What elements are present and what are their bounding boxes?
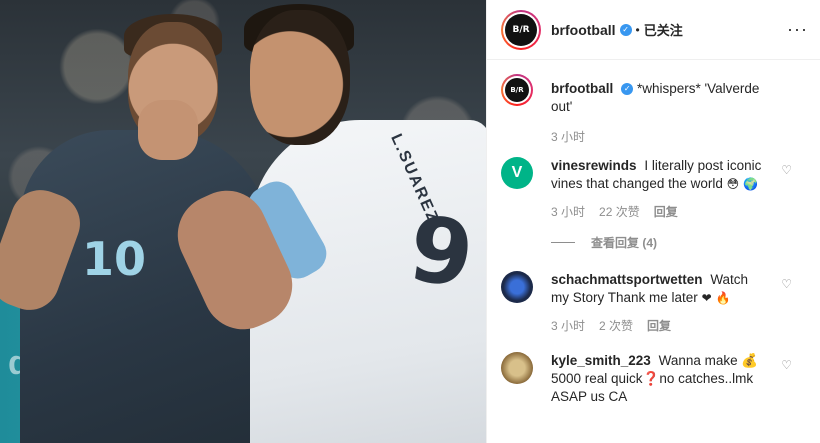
comment-username[interactable]: vinesrewinds (551, 158, 637, 173)
replies-divider (551, 242, 575, 243)
post-side-panel: B/R brfootball ✓ • 已关注 ··· B/R brfootbal… (486, 0, 820, 443)
comment-time[interactable]: 3 小时 (551, 203, 585, 220)
more-options-icon[interactable]: ··· (787, 19, 808, 40)
post-header: B/R brfootball ✓ • 已关注 ··· (487, 0, 820, 60)
reply-button[interactable]: 回复 (647, 317, 671, 334)
comment-time[interactable]: 3 小时 (551, 317, 585, 334)
caption-row: B/R brfootball ✓ *whispers* 'Valverde out… (501, 74, 808, 116)
comment-meta: 3 小时 2 次赞 回复 (551, 317, 808, 334)
comment-username[interactable]: schachmattsportwetten (551, 272, 703, 287)
comment-likes[interactable]: 2 次赞 (599, 317, 633, 334)
separator-dot: • (635, 22, 640, 37)
comment-likes[interactable]: 22 次赞 (599, 203, 640, 220)
comment-username[interactable]: kyle_smith_223 (551, 353, 651, 368)
comment-meta: 3 小时 22 次赞 回复 (551, 203, 808, 220)
caption-username[interactable]: brfootball (551, 81, 613, 96)
comment-row: schachmattsportwetten Watch my Story Tha… (501, 271, 808, 307)
verified-badge-icon: ✓ (619, 23, 632, 36)
comment-row: kyle_smith_223 Wanna make 💰 5000 real qu… (501, 352, 808, 406)
like-heart-icon[interactable]: ♡ (781, 277, 792, 291)
verified-badge-icon: ✓ (621, 83, 634, 96)
post-photo[interactable]: dhins 10 L.SUAREZ 9 (0, 0, 486, 443)
brand-logo: B/R (505, 78, 529, 102)
commenter-avatar[interactable] (501, 352, 533, 384)
avatar[interactable]: B/R (501, 9, 541, 50)
player-dark-kit-hand (138, 100, 198, 160)
following-button[interactable]: 已关注 (644, 20, 683, 39)
caption-time[interactable]: 3 小时 (551, 128, 585, 145)
player-white-kit-head (250, 10, 350, 145)
brand-logo: B/R (505, 13, 537, 46)
view-replies-label: 查看回复 (4) (591, 236, 658, 250)
like-heart-icon[interactable]: ♡ (781, 358, 792, 372)
vine-avatar-icon[interactable]: V (501, 157, 533, 189)
reply-button[interactable]: 回复 (654, 203, 678, 220)
comment-row: V vinesrewinds I literally post iconic v… (501, 157, 808, 193)
comments-list: B/R brfootball ✓ *whispers* 'Valverde out… (487, 60, 820, 406)
caption-avatar[interactable]: B/R (501, 74, 533, 106)
like-heart-icon[interactable]: ♡ (781, 163, 792, 177)
comment-emoji: ❤ 🔥 (701, 291, 731, 305)
view-replies-button[interactable]: 查看回复 (4) (551, 234, 808, 251)
header-username[interactable]: brfootball (551, 22, 616, 38)
caption-meta: 3 小时 (551, 128, 808, 145)
player-dark-kit-number: 10 (82, 232, 147, 286)
commenter-avatar[interactable] (501, 271, 533, 303)
comment-emoji: 😳 🌍 (726, 177, 758, 191)
